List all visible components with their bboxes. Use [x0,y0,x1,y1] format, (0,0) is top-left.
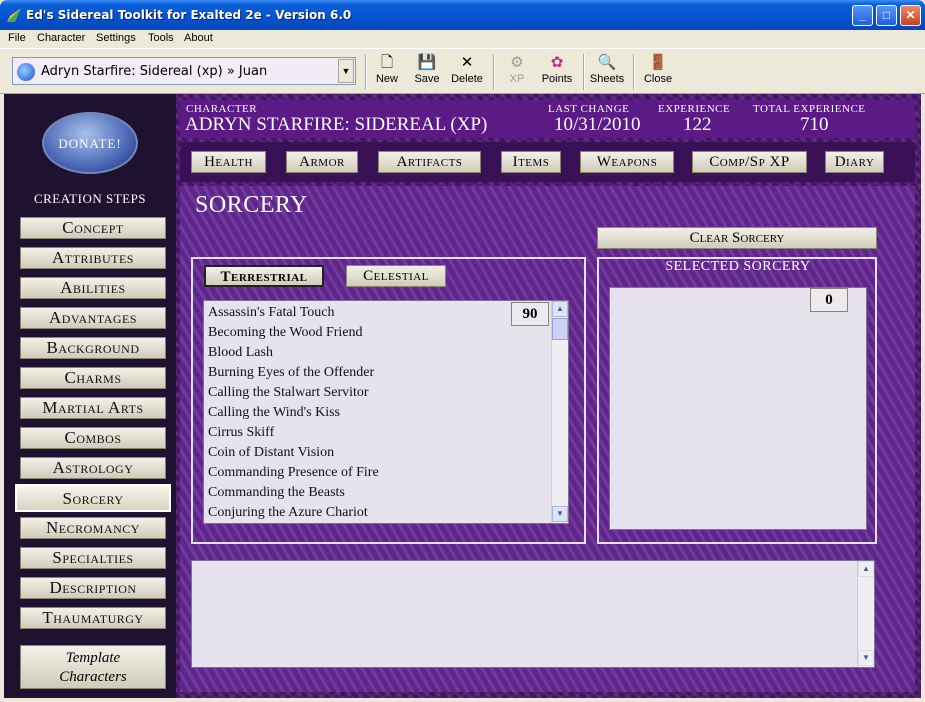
step-astrology[interactable]: Astrology [20,457,166,479]
list-item[interactable]: Cirrus Skiff [208,425,274,441]
new-button[interactable]: 🗋 New [370,53,404,91]
step-advantages[interactable]: Advantages [20,307,166,329]
app-icon [7,8,21,22]
donate-button[interactable]: DONATE! [42,112,138,174]
close-button[interactable]: 🚪 Close [640,53,676,91]
new-document-icon: 🗋 [380,54,394,71]
list-item[interactable]: Coin of Distant Vision [208,445,334,461]
selected-sorcery-list[interactable] [609,287,867,530]
scroll-down-icon[interactable]: ▼ [552,506,568,522]
toolbar-separator [633,54,635,90]
step-martial-arts[interactable]: Martial Arts [20,397,166,419]
step-specialties[interactable]: Specialties [20,547,166,569]
points-button[interactable]: ✿ Points [538,53,576,91]
step-charms[interactable]: Charms [20,367,166,389]
character-select[interactable]: Adryn Starfire: Sidereal (xp) » Juan ▼ [12,57,356,85]
description-scrollbar[interactable]: ▲ ▼ [857,561,874,667]
clear-sorcery-button[interactable]: Clear Sorcery [597,227,877,249]
chevron-down-icon[interactable]: ▼ [338,59,354,83]
menu-file[interactable]: File [8,32,26,44]
list-item[interactable]: Commanding the Beasts [208,485,345,501]
minimize-button[interactable]: _ [852,5,873,26]
menu-tools[interactable]: Tools [148,32,174,44]
list-item[interactable]: Becoming the Wood Friend [208,325,363,341]
character-header: CHARACTER ADRYN STARFIRE: SIDEREAL (XP) … [180,100,915,138]
tab-comp-sp-xp[interactable]: Comp/Sp XP [692,151,807,173]
description-textarea[interactable]: ▲ ▼ [191,560,875,668]
xp-button[interactable]: ⚙ XP [500,53,534,91]
delete-x-icon: ✕ [460,54,474,71]
template-characters-button[interactable]: Template Characters [20,645,166,689]
scroll-down-icon[interactable]: ▼ [858,650,874,666]
toolbar-separator [583,54,585,90]
xp-icon: ⚙ [510,54,524,71]
toolbar-separator [365,54,367,90]
list-item[interactable]: Calling the Wind's Kiss [208,405,340,421]
section-title: SORCERY [195,192,308,218]
selected-sorcery-total: 0 [810,288,848,312]
floppy-disk-icon: 💾 [417,54,437,71]
list-item[interactable]: Burning Eyes of the Offender [208,365,374,381]
sheets-button[interactable]: 🔍 Sheets [588,53,626,91]
step-attributes[interactable]: Attributes [20,247,166,269]
menu-bar: File Character Settings Tools About [0,30,925,48]
tab-items[interactable]: Items [501,151,561,173]
step-necromancy[interactable]: Necromancy [20,517,166,539]
toolbar-separator [493,54,495,90]
close-window-button[interactable]: ✕ [900,5,921,26]
window-title: Ed's Sidereal Toolkit for Exalted 2e - V… [26,8,352,22]
menu-character[interactable]: Character [37,32,85,44]
list-item[interactable]: Assassin's Fatal Touch [208,305,335,321]
selected-sorcery-title: SELECTED SORCERY [665,259,811,274]
total-experience-value: 710 [800,114,829,135]
scroll-up-icon[interactable]: ▲ [552,301,568,317]
step-combos[interactable]: Combos [20,427,166,449]
character-name: ADRYN STARFIRE: SIDEREAL (XP) [185,114,488,135]
tab-armor[interactable]: Armor [286,151,358,173]
step-thaumaturgy[interactable]: Thaumaturgy [20,607,166,629]
spell-cost-value: 90 [511,302,549,326]
tab-celestial[interactable]: Celestial [346,265,446,287]
tab-weapons[interactable]: Weapons [580,151,674,173]
points-icon: ✿ [550,54,564,71]
step-abilities[interactable]: Abilities [20,277,166,299]
tab-artifacts[interactable]: Artifacts [378,151,481,173]
tab-health[interactable]: Health [191,151,266,173]
scroll-up-icon[interactable]: ▲ [858,561,874,577]
experience-value: 122 [683,114,712,135]
last-change-value: 10/31/2010 [554,114,641,135]
step-description[interactable]: Description [20,577,166,599]
sheets-icon: 🔍 [597,54,617,71]
list-item[interactable]: Conjuring the Azure Chariot [208,505,368,521]
toolbar: Adryn Starfire: Sidereal (xp) » Juan ▼ 🗋… [0,48,925,94]
spell-list-scrollbar[interactable]: ▲ ▼ [551,301,568,523]
spell-list[interactable]: Assassin's Fatal Touch Becoming the Wood… [203,300,569,524]
menu-about[interactable]: About [184,32,213,44]
list-item[interactable]: Blood Lash [208,345,273,361]
title-bar: Ed's Sidereal Toolkit for Exalted 2e - V… [0,0,925,30]
creation-steps-title: CREATION STEPS [33,191,147,206]
character-select-value: Adryn Starfire: Sidereal (xp) » Juan [41,64,268,79]
save-button[interactable]: 💾 Save [410,53,444,91]
scroll-thumb[interactable] [552,318,568,340]
sidereal-caste-icon [17,63,35,81]
delete-button[interactable]: ✕ Delete [448,53,486,91]
tab-diary[interactable]: Diary [825,151,884,173]
close-door-icon: 🚪 [648,54,668,71]
step-concept[interactable]: Concept [20,217,166,239]
step-background[interactable]: Background [20,337,166,359]
tab-terrestrial[interactable]: Terrestrial [204,265,324,287]
step-sorcery[interactable]: Sorcery [15,484,171,512]
menu-settings[interactable]: Settings [96,32,136,44]
list-item[interactable]: Calling the Stalwart Servitor [208,385,369,401]
maximize-button[interactable]: □ [876,5,897,26]
list-item[interactable]: Commanding Presence of Fire [208,465,379,481]
